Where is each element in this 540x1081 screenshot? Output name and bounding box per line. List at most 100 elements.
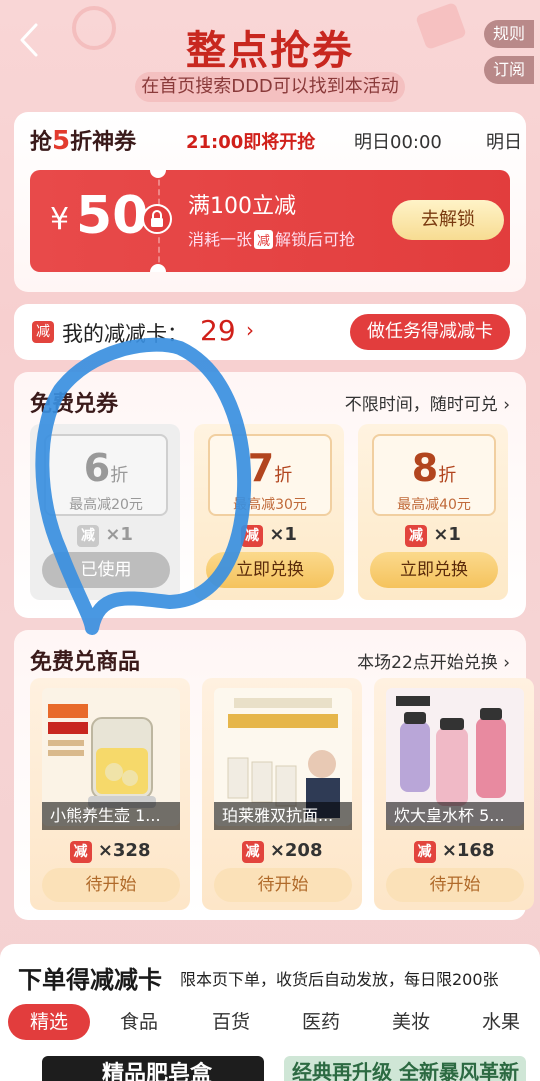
discount-value: 6 <box>83 446 111 490</box>
coupon-discount: 7折 <box>210 446 330 490</box>
product-cost: 减 ×168 <box>374 840 534 863</box>
coupon-ticket: 8折 最高减40元 <box>372 434 496 516</box>
title-suffix: 折神券 <box>70 130 137 155</box>
chevron-right-icon: › <box>503 653 510 673</box>
title-number: 5 <box>52 126 71 156</box>
my-cards-bar[interactable]: 减 我的减减卡： 29 › 做任务得减减卡 <box>14 304 526 360</box>
search-hint: 在首页搜索DDD可以找到本活动 <box>135 72 405 102</box>
time-slot[interactable]: 明日 <box>486 128 522 154</box>
coupon-max: 最高减20元 <box>69 497 143 513</box>
tab-beauty[interactable]: 美妆 <box>376 1004 446 1040</box>
pending-button[interactable]: 待开始 <box>214 868 352 902</box>
subscribe-button[interactable]: 订阅 <box>484 56 534 84</box>
section-title: 下单得减减卡 <box>18 966 162 994</box>
desc-after: 解锁后可抢 <box>275 230 356 249</box>
order-section: 下单得减减卡 限本页下单，收货后自动发放，每日限200张 精选 食品 百货 医药… <box>0 944 540 1081</box>
tab-household[interactable]: 百货 <box>196 1004 266 1040</box>
coupon-cost: 减 ×1 <box>30 524 180 547</box>
tab-fruit[interactable]: 水果 <box>466 1004 536 1040</box>
discount-unit: 折 <box>274 465 293 486</box>
coupon-50[interactable]: ¥ 50 满100立减 消耗一张减解锁后可抢 去解锁 <box>30 170 510 272</box>
section-title: 免费兑商品 <box>30 650 141 675</box>
product-cost: 减 ×208 <box>202 840 362 863</box>
product-banner[interactable]: 精品肥皂盒 <box>42 1056 264 1081</box>
cost-value: ×1 <box>269 524 297 545</box>
coupon-card-6[interactable]: 6折 最高减20元 减 ×1 已使用 <box>30 424 180 600</box>
currency-symbol: ¥ <box>50 202 70 237</box>
my-cards-count: 29 <box>200 314 236 347</box>
coupon-max: 最高减30元 <box>233 497 307 513</box>
coupon-ticket: 7折 最高减30元 <box>208 434 332 516</box>
desc-before: 消耗一张 <box>188 230 253 249</box>
coupon-amount: 50 <box>76 186 149 246</box>
title-prefix: 抢 <box>30 130 53 155</box>
coupon-ticket: 6折 最高减20元 <box>44 434 168 516</box>
tab-food[interactable]: 食品 <box>104 1004 174 1040</box>
my-cards-label: 我的减减卡： <box>62 322 188 346</box>
cost-value: ×208 <box>269 840 323 861</box>
redeem-button[interactable]: 立即兑换 <box>206 552 334 588</box>
coupon-max: 最高减40元 <box>397 497 471 513</box>
jian-tag: 减 <box>254 230 274 249</box>
jian-badge: 减 <box>241 841 264 863</box>
coupon-discount: 6折 <box>46 446 166 490</box>
discount-unit: 折 <box>110 465 129 486</box>
pending-button[interactable]: 待开始 <box>42 868 180 902</box>
redeem-button[interactable]: 立即兑换 <box>370 552 498 588</box>
time-slot[interactable]: 明日00:00 <box>354 128 442 154</box>
used-button[interactable]: 已使用 <box>42 552 170 588</box>
section-title: 免费兑券 <box>30 392 119 417</box>
coupon-notch <box>150 170 166 178</box>
product-name: 珀莱雅双抗面... <box>214 802 352 830</box>
coupon-cost: 减 ×1 <box>358 524 508 547</box>
page-title: 整点抢券 <box>186 28 354 74</box>
coupon-cost: 减 ×1 <box>194 524 344 547</box>
jian-badge: 减 <box>77 525 100 547</box>
jian-badge: 减 <box>69 841 92 863</box>
chevron-right-icon[interactable]: › <box>246 318 254 342</box>
product-card[interactable]: 炊大皇水杯 5... 减 ×168 待开始 <box>374 678 534 910</box>
discount-value: 8 <box>411 446 439 490</box>
earn-cards-button[interactable]: 做任务得减减卡 <box>350 314 510 350</box>
coupon-desc: 消耗一张减解锁后可抢 <box>188 226 355 250</box>
discount-unit: 折 <box>438 465 457 486</box>
coupon-card-7[interactable]: 7折 最高减30元 减 ×1 立即兑换 <box>194 424 344 600</box>
tab-featured[interactable]: 精选 <box>8 1004 90 1040</box>
product-banner[interactable]: 经典再升级 全新暴风革新 <box>284 1056 526 1081</box>
order-section-subtitle: 限本页下单，收货后自动发放，每日限200张 <box>180 970 499 989</box>
product-name: 炊大皇水杯 5... <box>386 802 524 830</box>
link-text: 本场22点开始兑换 <box>357 653 498 673</box>
tab-medicine[interactable]: 医药 <box>286 1004 356 1040</box>
jian-badge: 减 <box>405 525 428 547</box>
cost-value: ×1 <box>433 524 461 545</box>
flash-sale-card: 抢5折神券 21:00即将开抢 明日00:00 明日 ¥ 50 满100立减 消… <box>14 112 526 292</box>
chevron-right-icon: › <box>503 395 510 415</box>
cost-value: ×1 <box>105 524 133 545</box>
coupon-condition: 满100立减 <box>188 194 296 219</box>
jian-badge: 减 <box>241 525 264 547</box>
pending-button[interactable]: 待开始 <box>386 868 524 902</box>
product-cost: 减 ×328 <box>30 840 190 863</box>
free-coupons-section: 免费兑券 不限时间，随时可兑 › 6折 最高减20元 减 ×1 已使用 7折 最… <box>14 372 526 618</box>
free-products-section: 免费兑商品 本场22点开始兑换 › 小熊养生壶 1... 减 ×328 待开始 <box>14 630 534 920</box>
coupon-discount: 8折 <box>374 446 494 490</box>
coupon-notch <box>150 264 166 272</box>
unlock-button[interactable]: 去解锁 <box>392 200 504 240</box>
product-name: 小熊养生壶 1... <box>42 802 180 830</box>
free-coupons-link[interactable]: 不限时间，随时可兑 › <box>345 390 510 415</box>
cost-value: ×328 <box>97 840 151 861</box>
coupon-card-8[interactable]: 8折 最高减40元 减 ×1 立即兑换 <box>358 424 508 600</box>
jian-badge: 减 <box>413 841 436 863</box>
cost-value: ×168 <box>441 840 495 861</box>
free-products-link[interactable]: 本场22点开始兑换 › <box>357 648 510 673</box>
link-text: 不限时间，随时可兑 <box>344 395 498 415</box>
product-card[interactable]: 小熊养生壶 1... 减 ×328 待开始 <box>30 678 190 910</box>
jian-badge: 减 <box>32 321 54 343</box>
flash-sale-title: 抢5折神券 <box>30 124 136 156</box>
time-slot-active[interactable]: 21:00即将开抢 <box>186 128 315 154</box>
product-card[interactable]: 珀莱雅双抗面... 减 ×208 待开始 <box>202 678 362 910</box>
rules-button[interactable]: 规则 <box>484 20 534 48</box>
header: 整点抢券 在首页搜索DDD可以找到本活动 规则 订阅 <box>0 0 540 110</box>
discount-value: 7 <box>247 446 275 490</box>
lock-icon <box>142 204 172 234</box>
